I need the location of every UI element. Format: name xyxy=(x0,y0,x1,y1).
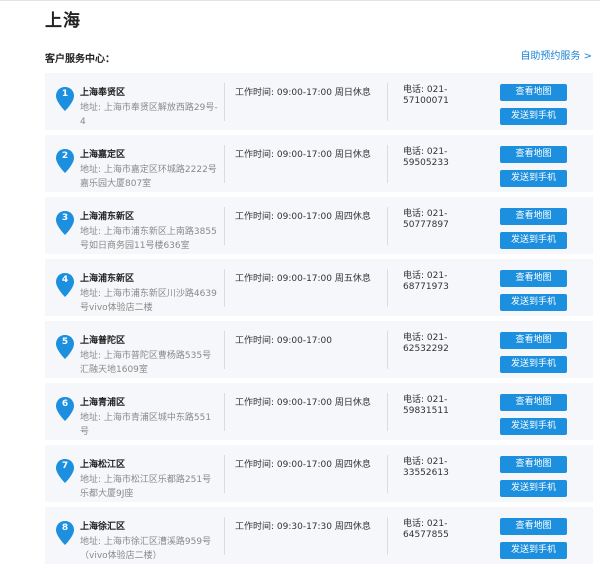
send-to-phone-button[interactable]: 发送到手机 xyxy=(500,542,567,559)
column-divider xyxy=(224,455,225,493)
store-row: 1 上海奉贤区 地址: 上海市奉贤区解放西路29号-4 工作时间: 09:00-… xyxy=(45,73,593,130)
section-title: 客户服务中心： xyxy=(45,54,115,65)
store-row: 2 上海嘉定区 地址: 上海市嘉定区环城路2222号嘉乐园大厦807室 工作时间… xyxy=(45,135,593,192)
store-phone: 电话: 021-33552613 xyxy=(403,457,449,478)
store-hours: 工作时间: 09:00-17:00 周五休息 xyxy=(235,274,371,284)
store-address: 地址: 上海市普陀区曹杨路535号汇融天地1609室 xyxy=(80,351,212,375)
store-row: 6 上海青浦区 地址: 上海市青浦区城中东路551号 工作时间: 09:00-1… xyxy=(45,383,593,440)
store-address: 地址: 上海市嘉定区环城路2222号嘉乐园大厦807室 xyxy=(80,165,217,189)
store-hours: 工作时间: 09:00-17:00 周日休息 xyxy=(235,150,371,160)
send-to-phone-button[interactable]: 发送到手机 xyxy=(500,480,567,497)
location-pin-icon: 3 xyxy=(55,210,75,236)
store-name: 上海奉贤区 xyxy=(80,88,126,98)
store-address: 地址: 上海市徐汇区漕溪路959号（vivo体验店二楼） xyxy=(80,537,212,561)
view-map-button[interactable]: 查看地图 xyxy=(500,208,567,225)
top-divider xyxy=(0,0,600,5)
send-to-phone-button[interactable]: 发送到手机 xyxy=(500,232,567,249)
view-map-button[interactable]: 查看地图 xyxy=(500,270,567,287)
store-hours: 工作时间: 09:00-17:00 周日休息 xyxy=(235,398,371,408)
column-divider xyxy=(387,517,388,555)
store-number: 2 xyxy=(61,151,69,161)
store-row: 4 上海浦东新区 地址: 上海市浦东新区川沙路4639号vivo体验店二楼 工作… xyxy=(45,259,593,316)
store-number: 5 xyxy=(61,337,69,347)
store-hours: 工作时间: 09:00-17:00 xyxy=(235,336,333,346)
send-to-phone-button[interactable]: 发送到手机 xyxy=(500,108,567,125)
store-name: 上海浦东新区 xyxy=(80,212,135,222)
column-divider xyxy=(387,83,388,121)
column-divider xyxy=(224,393,225,431)
store-row: 8 上海徐汇区 地址: 上海市徐汇区漕溪路959号（vivo体验店二楼） 工作时… xyxy=(45,507,593,564)
location-pin-icon: 2 xyxy=(55,148,75,174)
store-name: 上海浦东新区 xyxy=(80,274,135,284)
store-hours: 工作时间: 09:00-17:00 周四休息 xyxy=(235,460,371,470)
store-address: 地址: 上海市奉贤区解放西路29号-4 xyxy=(80,103,218,127)
store-address: 地址: 上海市浦东新区上南路3855号如日商务园11号楼636室 xyxy=(80,227,217,251)
column-divider xyxy=(387,145,388,183)
view-map-button[interactable]: 查看地图 xyxy=(500,456,567,473)
send-to-phone-button[interactable]: 发送到手机 xyxy=(500,170,567,187)
column-divider xyxy=(224,269,225,307)
store-address: 地址: 上海市浦东新区川沙路4639号vivo体验店二楼 xyxy=(80,289,217,313)
self-booking-link[interactable]: 自助预约服务 > xyxy=(520,47,592,62)
store-number: 6 xyxy=(61,399,69,409)
store-row: 7 上海松江区 地址: 上海市松江区乐都路251号乐都大厦9J座 工作时间: 0… xyxy=(45,445,593,502)
view-map-button[interactable]: 查看地图 xyxy=(500,146,567,163)
page-title: 上海 xyxy=(45,11,81,31)
store-number: 3 xyxy=(61,213,69,223)
column-divider xyxy=(387,393,388,431)
location-pin-icon: 6 xyxy=(55,396,75,422)
location-pin-icon: 8 xyxy=(55,520,75,546)
location-pin-icon: 4 xyxy=(55,272,75,298)
column-divider xyxy=(387,207,388,245)
location-pin-icon: 5 xyxy=(55,334,75,360)
store-address: 地址: 上海市青浦区城中东路551号 xyxy=(80,413,212,437)
store-name: 上海松江区 xyxy=(80,460,126,470)
column-divider xyxy=(224,83,225,121)
location-pin-icon: 1 xyxy=(55,86,75,112)
store-number: 1 xyxy=(61,89,69,99)
store-list: 1 上海奉贤区 地址: 上海市奉贤区解放西路29号-4 工作时间: 09:00-… xyxy=(45,73,593,569)
column-divider xyxy=(224,207,225,245)
store-phone: 电话: 021-50777897 xyxy=(403,209,449,230)
column-divider xyxy=(224,517,225,555)
store-number: 8 xyxy=(61,523,69,533)
send-to-phone-button[interactable]: 发送到手机 xyxy=(500,356,567,373)
column-divider xyxy=(387,455,388,493)
view-map-button[interactable]: 查看地图 xyxy=(500,332,567,349)
store-hours: 工作时间: 09:00-17:00 周日休息 xyxy=(235,88,371,98)
store-name: 上海徐汇区 xyxy=(80,522,126,532)
store-phone: 电话: 021-64577855 xyxy=(403,519,449,540)
store-phone: 电话: 021-68771973 xyxy=(403,271,449,292)
view-map-button[interactable]: 查看地图 xyxy=(500,84,567,101)
store-hours: 工作时间: 09:30-17:30 周四休息 xyxy=(235,522,371,532)
store-phone: 电话: 021-57100071 xyxy=(403,85,449,106)
send-to-phone-button[interactable]: 发送到手机 xyxy=(500,294,567,311)
location-pin-icon: 7 xyxy=(55,458,75,484)
column-divider xyxy=(224,331,225,369)
send-to-phone-button[interactable]: 发送到手机 xyxy=(500,418,567,435)
store-phone: 电话: 021-59505233 xyxy=(403,147,449,168)
column-divider xyxy=(387,331,388,369)
store-address: 地址: 上海市松江区乐都路251号乐都大厦9J座 xyxy=(80,475,212,499)
store-phone: 电话: 021-59831511 xyxy=(403,395,449,416)
store-name: 上海普陀区 xyxy=(80,336,126,346)
store-number: 7 xyxy=(61,461,69,471)
store-row: 3 上海浦东新区 地址: 上海市浦东新区上南路3855号如日商务园11号楼636… xyxy=(45,197,593,254)
column-divider xyxy=(224,145,225,183)
view-map-button[interactable]: 查看地图 xyxy=(500,518,567,535)
view-map-button[interactable]: 查看地图 xyxy=(500,394,567,411)
store-name: 上海青浦区 xyxy=(80,398,126,408)
store-hours: 工作时间: 09:00-17:00 周四休息 xyxy=(235,212,371,222)
store-number: 4 xyxy=(61,275,69,285)
store-phone: 电话: 021-62532292 xyxy=(403,333,449,354)
column-divider xyxy=(387,269,388,307)
store-name: 上海嘉定区 xyxy=(80,150,126,160)
store-row: 5 上海普陀区 地址: 上海市普陀区曹杨路535号汇融天地1609室 工作时间:… xyxy=(45,321,593,378)
